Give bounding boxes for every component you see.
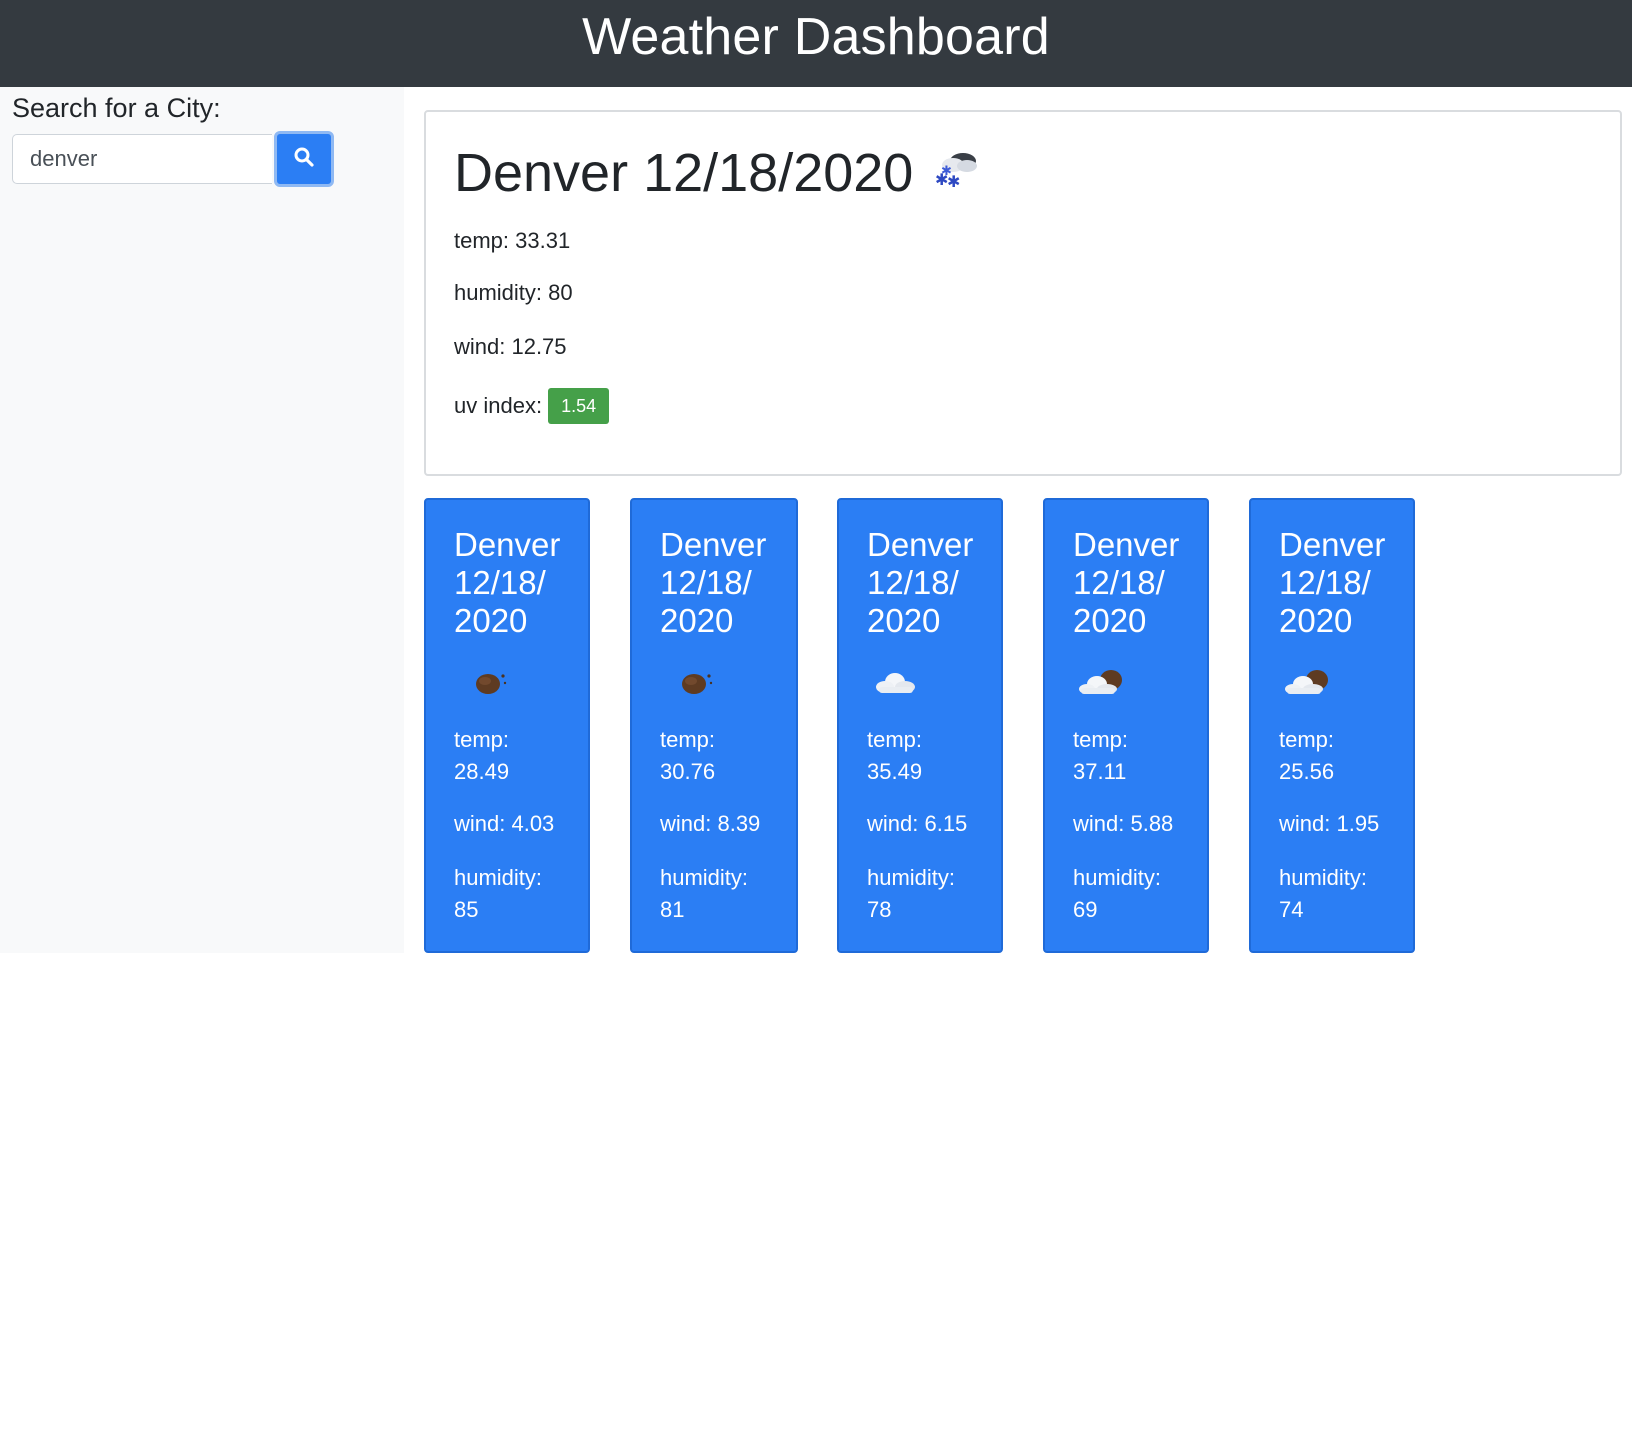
- forecast-humidity-value: 74: [1279, 897, 1304, 922]
- forecast-temp-label: temp:: [454, 727, 510, 752]
- forecast-date-part1: 12/18/: [454, 564, 546, 601]
- forecast-card: Denver 12/18/ 2020 temp: 37.11 wind: 5.8…: [1043, 498, 1209, 953]
- forecast-temp-label: temp:: [1279, 727, 1335, 752]
- night-clear-icon: [452, 660, 512, 704]
- forecast-card: Denver 12/18/ 2020 temp: 30.76 wind: 8.3…: [630, 498, 798, 953]
- partly-cloudy-night-icon: [1071, 660, 1131, 704]
- uv-label: uv index:: [454, 393, 543, 418]
- current-uv-row: uv index: 1.54: [454, 388, 610, 424]
- forecast-humidity: humidity: 81: [660, 862, 790, 926]
- forecast-wind: wind: 8.39: [660, 811, 761, 836]
- forecast-city: Denver: [454, 526, 561, 563]
- forecast-city: Denver: [867, 526, 974, 563]
- forecast-humidity-label: humidity:: [660, 865, 749, 890]
- header-bar: Weather Dashboard: [0, 0, 1632, 87]
- current-humidity: humidity: 80: [454, 280, 573, 305]
- forecast-temp: temp: 25.56: [1279, 724, 1409, 788]
- forecast-title: Denver 12/18/ 2020: [454, 526, 584, 640]
- forecast-temp-label: temp:: [660, 727, 716, 752]
- uv-badge: 1.54: [548, 388, 610, 424]
- forecast-title: Denver 12/18/ 2020: [867, 526, 997, 640]
- forecast-temp-value: 28.49: [454, 759, 510, 784]
- forecast-wind: wind: 4.03: [454, 811, 555, 836]
- forecast-humidity-label: humidity:: [1279, 865, 1368, 890]
- forecast-humidity: humidity: 74: [1279, 862, 1409, 926]
- sidebar: Search for a City:: [0, 87, 404, 953]
- svg-text:✱: ✱: [941, 164, 952, 179]
- search-group: [12, 131, 354, 187]
- forecast-temp-value: 30.76: [660, 759, 716, 784]
- forecast-humidity-label: humidity:: [1073, 865, 1162, 890]
- page-title: Weather Dashboard: [582, 7, 1050, 66]
- forecast-card: Denver 12/18/ 2020 temp: 35.49 wind: 6.1…: [837, 498, 1003, 953]
- forecast-date-part2: 2020: [1279, 602, 1353, 639]
- search-button[interactable]: [274, 131, 334, 187]
- current-temp: temp: 33.31: [454, 228, 571, 253]
- forecast-humidity-label: humidity:: [454, 865, 543, 890]
- current-title: Denver 12/18/2020: [454, 143, 914, 203]
- current-wind: wind: 12.75: [454, 334, 567, 359]
- snow-cloud-icon: ✱ ✱ ✱: [923, 142, 983, 204]
- forecast-humidity: humidity: 69: [1073, 862, 1203, 926]
- forecast-temp: temp: 30.76: [660, 724, 790, 788]
- forecast-temp: temp: 37.11: [1073, 724, 1203, 788]
- cloud-icon: [865, 660, 925, 704]
- forecast-city: Denver: [1073, 526, 1180, 563]
- search-icon: [293, 146, 315, 173]
- forecast-wind: wind: 1.95: [1279, 811, 1380, 836]
- forecast-date-part1: 12/18/: [1073, 564, 1165, 601]
- forecast-humidity-value: 85: [454, 897, 479, 922]
- forecast-date-part2: 2020: [1073, 602, 1147, 639]
- current-title-row: Denver 12/18/2020 ✱ ✱ ✱: [454, 142, 983, 204]
- app-root: Weather Dashboard Search for a City: Den…: [0, 0, 1632, 1430]
- forecast-date-part1: 12/18/: [660, 564, 752, 601]
- forecast-humidity-value: 81: [660, 897, 685, 922]
- forecast-city: Denver: [660, 526, 767, 563]
- partly-cloudy-night-icon: [1277, 660, 1337, 704]
- forecast-city: Denver: [1279, 526, 1386, 563]
- forecast-humidity-label: humidity:: [867, 865, 956, 890]
- search-input[interactable]: [12, 134, 272, 184]
- forecast-date-part1: 12/18/: [1279, 564, 1371, 601]
- forecast-temp-value: 37.11: [1073, 759, 1127, 784]
- forecast-wind: wind: 6.15: [867, 811, 968, 836]
- forecast-humidity: humidity: 85: [454, 862, 584, 926]
- forecast-temp-label: temp:: [867, 727, 923, 752]
- forecast-title: Denver 12/18/ 2020: [1073, 526, 1203, 640]
- forecast-humidity-value: 69: [1073, 897, 1098, 922]
- forecast-title: Denver 12/18/ 2020: [660, 526, 790, 640]
- forecast-date-part1: 12/18/: [867, 564, 959, 601]
- forecast-date-part2: 2020: [454, 602, 528, 639]
- forecast-temp-label: temp:: [1073, 727, 1129, 752]
- forecast-temp: temp: 35.49: [867, 724, 997, 788]
- forecast-card: Denver 12/18/ 2020 temp: 28.49 wind: 4.0…: [424, 498, 590, 953]
- forecast-humidity: humidity: 78: [867, 862, 997, 926]
- forecast-temp: temp: 28.49: [454, 724, 584, 788]
- forecast-date-part2: 2020: [660, 602, 734, 639]
- forecast-title: Denver 12/18/ 2020: [1279, 526, 1409, 640]
- forecast-humidity-value: 78: [867, 897, 892, 922]
- search-label: Search for a City:: [12, 93, 221, 123]
- night-clear-icon: [658, 660, 718, 704]
- forecast-temp-value: 35.49: [867, 759, 923, 784]
- forecast-temp-value: 25.56: [1279, 759, 1335, 784]
- forecast-card: Denver 12/18/ 2020 temp: 25.56 wind: 1.9…: [1249, 498, 1415, 953]
- current-weather-card: Denver 12/18/2020 ✱ ✱ ✱ temp: 33.31 humi…: [424, 110, 1622, 476]
- forecast-wind: wind: 5.88: [1073, 811, 1174, 836]
- forecast-date-part2: 2020: [867, 602, 941, 639]
